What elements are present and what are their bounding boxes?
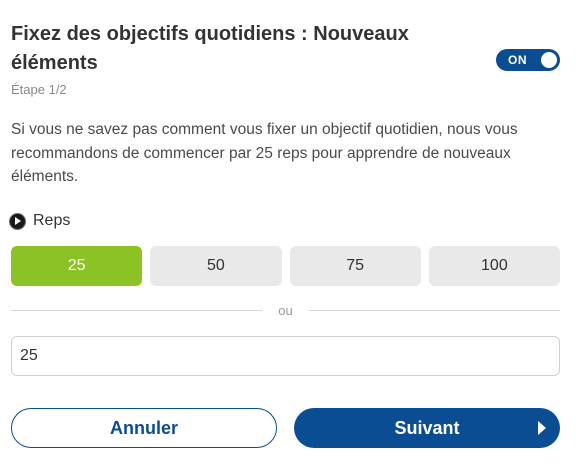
next-button-label: Suivant	[394, 417, 460, 438]
toggle-knob	[541, 52, 557, 68]
play-icon	[10, 213, 25, 229]
divider-line-left	[11, 309, 263, 311]
reps-label: Reps	[33, 212, 71, 229]
or-divider: ou	[11, 302, 560, 318]
step-indicator: Étape 1/2	[11, 82, 67, 97]
description-text: Si vous ne savez pas comment vous fixer …	[11, 121, 518, 185]
divider-text: ou	[278, 302, 293, 318]
custom-reps-input[interactable]	[11, 336, 560, 376]
daily-goal-dialog: Fixez des objectifs quotidiens : Nouveau…	[0, 0, 576, 465]
divider-line-right	[308, 309, 560, 311]
next-button[interactable]: Suivant	[294, 408, 560, 448]
goal-toggle[interactable]: ON	[496, 49, 560, 71]
reps-option-100[interactable]: 100	[428, 246, 560, 286]
arrow-right-icon	[538, 421, 546, 435]
dialog-title: Fixez des objectifs quotidiens : Nouveau…	[11, 23, 409, 74]
reps-option-75[interactable]: 75	[289, 246, 421, 286]
reps-options: 25 50 75 100	[11, 246, 560, 286]
reps-option-25[interactable]: 25	[11, 246, 143, 286]
toggle-label: ON	[508, 53, 527, 67]
reps-option-50[interactable]: 50	[150, 246, 282, 286]
cancel-button-label: Annuler	[109, 417, 178, 438]
cancel-button[interactable]: Annuler	[11, 408, 277, 448]
reps-header: Reps	[10, 211, 70, 231]
